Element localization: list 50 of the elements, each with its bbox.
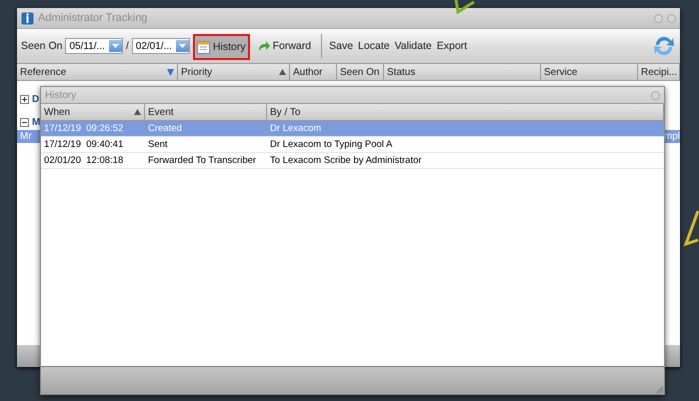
table-cell-text: To Lexacom Scribe by Administrator — [269, 155, 423, 166]
toolbar-action[interactable]: Validate — [394, 40, 433, 52]
toolbar-button[interactable]: History — [192, 34, 250, 60]
table-cell: Mr — [20, 131, 32, 142]
arrow-outline-drawing — [452, 0, 478, 14]
arrow-outline-drawing — [682, 208, 699, 248]
column-header[interactable]: Service — [541, 64, 638, 80]
toolbar-action[interactable]: Save — [328, 40, 354, 52]
table-cell-text: 17/12/19 09:40:41 — [43, 139, 124, 150]
table-cell-text: Dr Lexacom to Typing Pool A — [269, 139, 394, 150]
forward-arrow-icon — [256, 40, 270, 52]
table-cell-text: 17/12/19 09:26:52 — [43, 123, 124, 134]
column-header[interactable]: Reference — [17, 64, 178, 80]
table-cell-text: Dr Lexacom — [269, 123, 322, 134]
table-cell-text: Created — [147, 123, 183, 134]
toolbar-action[interactable]: Locate — [357, 40, 391, 52]
group-label: M — [32, 116, 40, 128]
toolbar-button[interactable]: Forward — [252, 33, 316, 59]
caret-icon — [178, 44, 186, 48]
table-cell-text: Sent — [147, 139, 169, 150]
dropdown-button[interactable] — [108, 40, 122, 52]
history-row[interactable]: 17/12/19 09:40:41 Sent Dr Lexacom to Typing Pool A — [41, 137, 664, 153]
collapse-icon[interactable] — [20, 118, 29, 126]
column-header[interactable]: Status — [384, 64, 541, 80]
window-title: History — [45, 90, 78, 100]
app-icon — [21, 12, 34, 24]
column-header[interactable]: Priority — [178, 64, 290, 80]
resize-grip-icon[interactable] — [654, 384, 664, 394]
refresh-icon[interactable] — [652, 34, 676, 58]
dropdown-button[interactable] — [176, 40, 189, 52]
column-header[interactable]: When — [41, 104, 145, 120]
column-header[interactable]: Event — [145, 104, 267, 120]
caret-icon — [112, 44, 119, 48]
calendar-icon — [196, 40, 210, 54]
date-field[interactable]: 05/11/... — [65, 38, 123, 54]
column-header[interactable]: Author — [290, 64, 337, 80]
window-control[interactable] — [651, 90, 660, 100]
table-cell-text: Forwarded To Transcriber — [147, 155, 258, 166]
column-header[interactable]: Recipi... — [638, 64, 680, 80]
date-field[interactable]: 02/01/... — [132, 38, 190, 54]
expand-icon[interactable] — [20, 94, 29, 104]
toolbar-action[interactable]: Export — [436, 40, 468, 52]
seen-on-label: Seen On — [21, 40, 62, 52]
window-title: Administrator Tracking — [38, 12, 148, 24]
table-cell-text: 02/01/20 12:08:18 — [43, 155, 124, 166]
history-row[interactable]: 02/01/20 12:08:18 Forwarded To Transcriber To Lexacom Scribe by Administrator — [41, 153, 664, 169]
date-separator: / — [126, 40, 129, 52]
column-header[interactable]: By / To — [267, 104, 664, 120]
group-label: D — [32, 94, 40, 104]
column-header[interactable]: Seen On — [337, 64, 384, 80]
